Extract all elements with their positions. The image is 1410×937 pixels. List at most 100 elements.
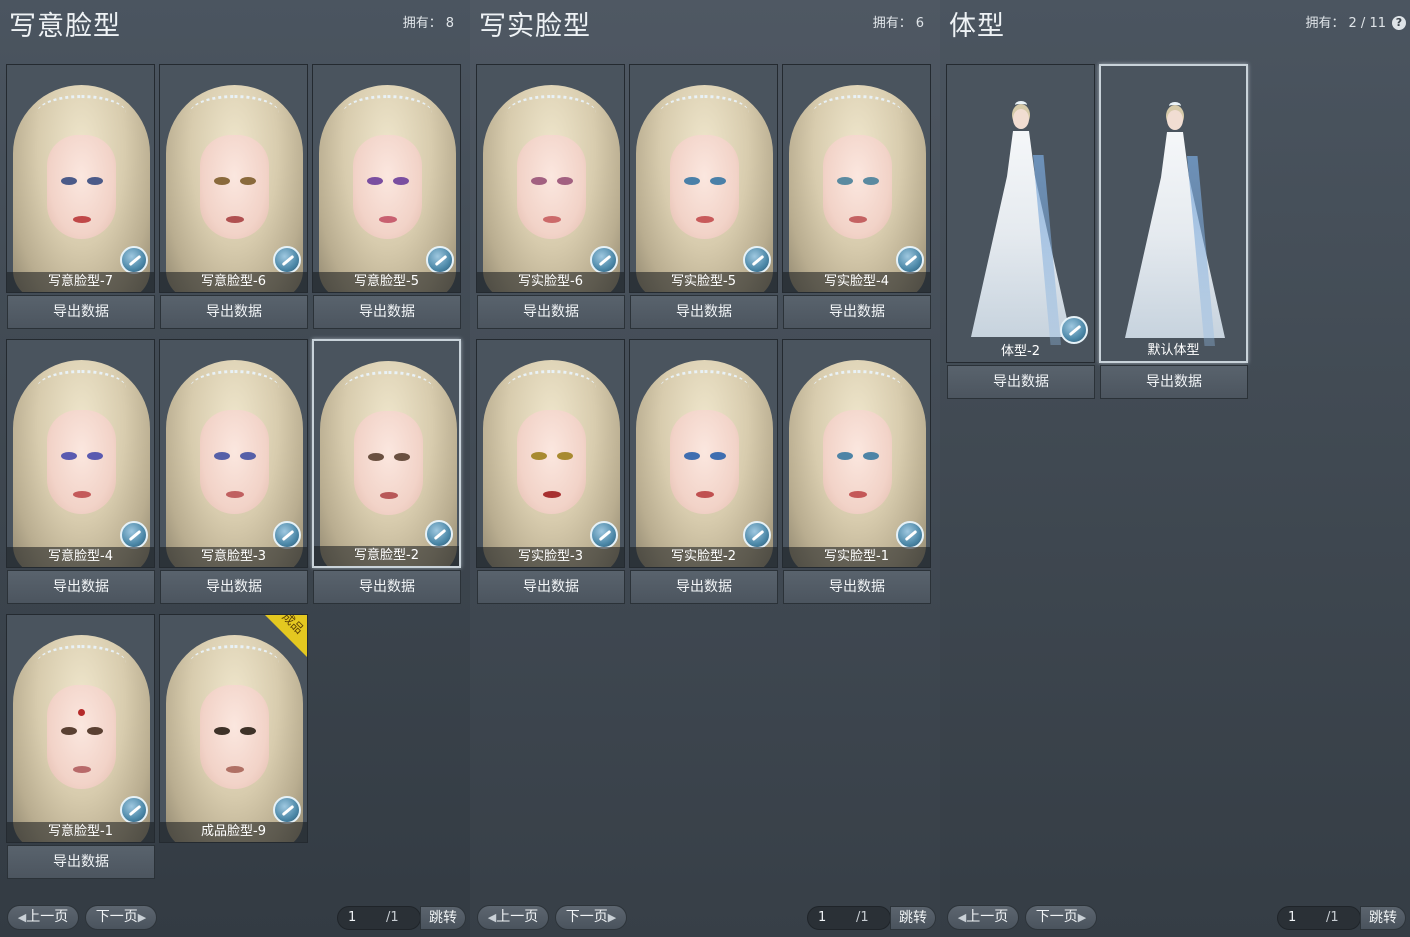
card-label: 写实脸型-1 — [783, 547, 930, 567]
face-card[interactable]: 写实脸型-4 — [782, 64, 931, 293]
page-input-box[interactable]: 1 /1 — [1277, 906, 1361, 930]
next-page-button[interactable]: 下一页▶ — [555, 905, 627, 930]
owned-value: 2 / 11 — [1348, 16, 1386, 31]
export-data-button[interactable]: 导出数据 — [1100, 365, 1248, 399]
face-card[interactable]: 写意脸型-5 — [312, 64, 461, 293]
export-data-button[interactable]: 导出数据 — [783, 295, 931, 329]
brush-icon[interactable] — [273, 796, 301, 824]
card-label: 写意脸型-4 — [7, 547, 154, 567]
card-label: 写意脸型-2 — [314, 546, 459, 566]
help-icon[interactable]: ? — [1392, 16, 1406, 30]
page-total: /1 — [856, 910, 869, 925]
face-card[interactable]: 写实脸型-3 — [476, 339, 625, 568]
panel-title: 体型 — [949, 11, 1005, 42]
card-label: 写实脸型-3 — [477, 547, 624, 567]
jump-button[interactable]: 跳转 — [1360, 906, 1406, 930]
export-data-button[interactable]: 导出数据 — [313, 295, 461, 329]
page-input-box[interactable]: 1 /1 — [807, 906, 891, 930]
brush-icon[interactable] — [743, 521, 771, 549]
prev-page-button[interactable]: ◀上一页 — [947, 905, 1019, 930]
page-input[interactable]: 1 — [818, 907, 826, 929]
body-card-selected[interactable]: 默认体型 — [1099, 64, 1248, 363]
card-label: 写意脸型-5 — [313, 272, 460, 292]
face-card[interactable]: 写实脸型-6 — [476, 64, 625, 293]
face-card[interactable]: 成品 成品脸型-9 — [159, 614, 308, 843]
card-label: 体型-2 — [1001, 344, 1040, 359]
face-card[interactable]: 写意脸型-3 — [159, 339, 308, 568]
export-data-button[interactable]: 导出数据 — [477, 295, 625, 329]
brush-icon[interactable] — [896, 521, 924, 549]
card-label: 写意脸型-3 — [160, 547, 307, 567]
export-data-button[interactable]: 导出数据 — [947, 365, 1095, 399]
chevron-left-icon: ◀ — [957, 911, 967, 924]
export-data-button[interactable]: 导出数据 — [7, 845, 155, 879]
panel-title: 写意脸型 — [9, 11, 121, 42]
chevron-right-icon: ▶ — [137, 911, 147, 924]
brush-icon[interactable] — [273, 246, 301, 274]
brush-icon[interactable] — [590, 246, 618, 274]
face-card[interactable]: 写意脸型-7 — [6, 64, 155, 293]
export-data-button[interactable]: 导出数据 — [477, 570, 625, 604]
brush-icon[interactable] — [590, 521, 618, 549]
page-total: /1 — [1326, 910, 1339, 925]
owned-label: 拥有： — [872, 16, 912, 31]
brush-icon[interactable] — [743, 246, 771, 274]
brush-icon[interactable] — [273, 521, 301, 549]
export-data-button[interactable]: 导出数据 — [7, 295, 155, 329]
face-card-selected[interactable]: 写意脸型-2 — [312, 339, 461, 568]
face-card[interactable]: 写意脸型-1 — [6, 614, 155, 843]
export-data-button[interactable]: 导出数据 — [160, 570, 308, 604]
card-label: 写实脸型-4 — [783, 272, 930, 292]
chevron-right-icon: ▶ — [607, 911, 617, 924]
brush-icon[interactable] — [896, 246, 924, 274]
card-label: 写意脸型-1 — [7, 822, 154, 842]
card-label: 写实脸型-6 — [477, 272, 624, 292]
body-figure — [1101, 66, 1246, 361]
owned-count: 拥有： 6 — [873, 12, 924, 31]
card-label: 默认体型 — [1147, 343, 1200, 358]
owned-label: 拥有： — [1305, 16, 1345, 31]
next-page-button[interactable]: 下一页▶ — [85, 905, 157, 930]
card-label: 成品脸型-9 — [160, 822, 307, 842]
prev-page-button[interactable]: ◀上一页 — [477, 905, 549, 930]
chevron-left-icon: ◀ — [17, 911, 27, 924]
body-card[interactable]: 体型-2 — [946, 64, 1095, 363]
owned-value: 8 — [445, 16, 454, 31]
jump-button[interactable]: 跳转 — [420, 906, 466, 930]
owned-count: 拥有： 8 — [403, 12, 454, 31]
face-card[interactable]: 写意脸型-6 — [159, 64, 308, 293]
face-card[interactable]: 写意脸型-4 — [6, 339, 155, 568]
chevron-right-icon: ▶ — [1077, 911, 1087, 924]
jump-button[interactable]: 跳转 — [890, 906, 936, 930]
face-card[interactable]: 写实脸型-1 — [782, 339, 931, 568]
export-data-button[interactable]: 导出数据 — [160, 295, 308, 329]
face-card[interactable]: 写实脸型-2 — [629, 339, 778, 568]
page-input-box[interactable]: 1 /1 — [337, 906, 421, 930]
page-input[interactable]: 1 — [348, 907, 356, 929]
chevron-left-icon: ◀ — [487, 911, 497, 924]
owned-value: 6 — [915, 16, 924, 31]
export-data-button[interactable]: 导出数据 — [7, 570, 155, 604]
card-label: 写实脸型-5 — [630, 272, 777, 292]
brush-icon[interactable] — [425, 520, 453, 548]
owned-label: 拥有： — [402, 16, 442, 31]
export-data-button[interactable]: 导出数据 — [313, 570, 461, 604]
brush-icon[interactable] — [120, 521, 148, 549]
prev-page-button[interactable]: ◀上一页 — [7, 905, 79, 930]
brush-icon[interactable] — [1060, 316, 1088, 344]
card-label: 写意脸型-7 — [7, 272, 154, 292]
realistic-face-panel: 写实脸型 拥有： 6 写实脸型-6 写实脸型-5 写实脸型-4 导出数据 导出数据… — [470, 0, 940, 937]
export-data-button[interactable]: 导出数据 — [630, 570, 778, 604]
face-card[interactable]: 写实脸型-5 — [629, 64, 778, 293]
brush-icon[interactable] — [120, 246, 148, 274]
body-type-panel: 体型 拥有： 2 / 11? 体型-2 默认体型 导出数据 导出数据 ◀上一页 下… — [940, 0, 1410, 937]
owned-count: 拥有： 2 / 11? — [1306, 12, 1406, 31]
export-data-button[interactable]: 导出数据 — [783, 570, 931, 604]
next-page-button[interactable]: 下一页▶ — [1025, 905, 1097, 930]
card-label: 写实脸型-2 — [630, 547, 777, 567]
brush-icon[interactable] — [120, 796, 148, 824]
export-data-button[interactable]: 导出数据 — [630, 295, 778, 329]
page-input[interactable]: 1 — [1288, 907, 1296, 929]
panel-title: 写实脸型 — [479, 11, 591, 42]
brush-icon[interactable] — [426, 246, 454, 274]
